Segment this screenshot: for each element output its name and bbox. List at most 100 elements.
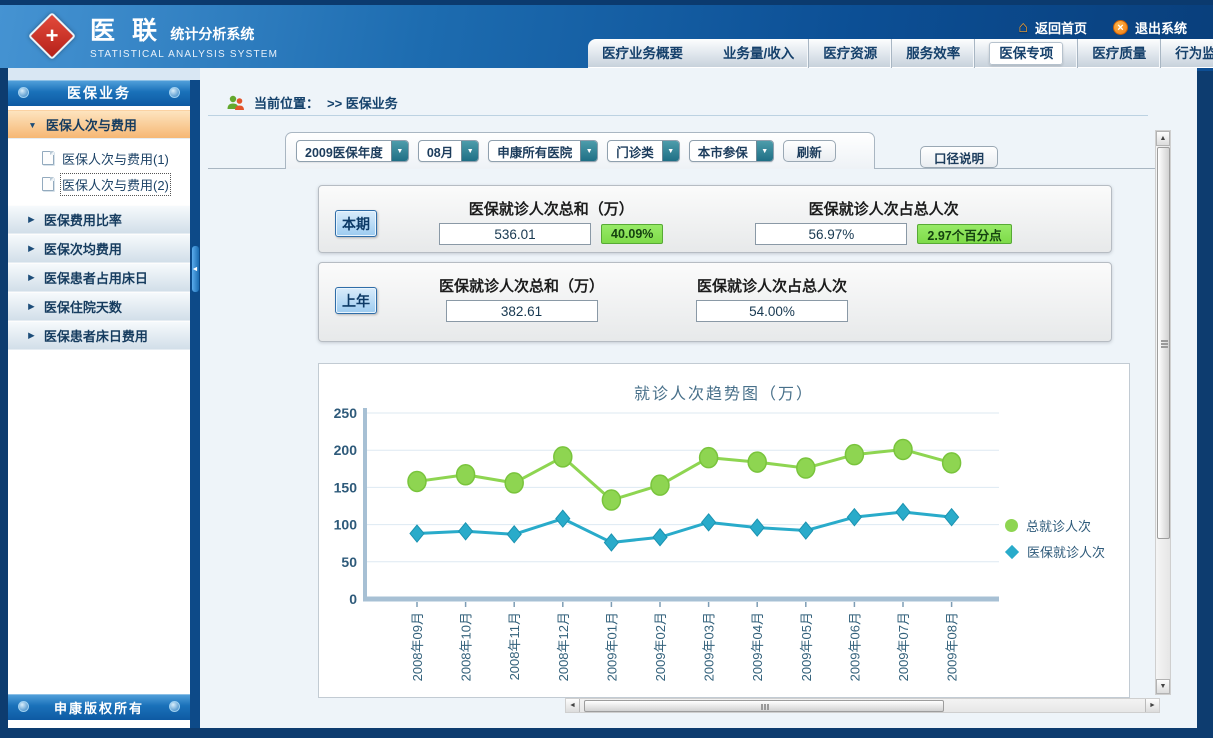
chevron-down-icon: ▼ xyxy=(580,141,597,161)
main-content: 当前位置： >> 医保业务 2009医保年度 ▼ 08月 ▼ 申康所有医院 ▼ xyxy=(200,68,1197,728)
svg-text:2009年01月: 2009年01月 xyxy=(604,612,619,681)
green-circle-icon xyxy=(1005,519,1018,532)
legend-insured-visits: 医保就诊人次 xyxy=(1005,542,1105,561)
metric-insured-visits-total: 医保就诊人次总和（万） 536.01 40.09% xyxy=(439,198,663,245)
tab-medical-quality[interactable]: 医疗质量 xyxy=(1077,39,1160,68)
sidebar-item-zhuyuan-tianshu[interactable]: ▶ 医保住院天数 xyxy=(8,292,190,321)
tab-insurance-special[interactable]: 医保专项 xyxy=(974,39,1077,68)
sidebar-footer: 申康版权所有 xyxy=(8,694,190,720)
current-period-button[interactable]: 本期 xyxy=(335,210,377,237)
app-logo-icon: + xyxy=(28,12,76,60)
last-year-button[interactable]: 上年 xyxy=(335,287,377,314)
insured-visits-ratio-value-ly: 54.00% xyxy=(696,300,848,322)
sidebar-collapse-handle[interactable]: ◄ xyxy=(191,245,200,293)
svg-text:2009年06月: 2009年06月 xyxy=(847,612,862,681)
chevron-right-icon: ▶ xyxy=(28,330,35,340)
app-subtitle-en: STATISTICAL ANALYSIS SYSTEM xyxy=(90,49,278,60)
year-dropdown[interactable]: 2009医保年度 ▼ xyxy=(296,140,409,162)
svg-text:2009年07月: 2009年07月 xyxy=(896,612,911,681)
insured-visits-ratio-value: 56.97% xyxy=(755,223,907,245)
scroll-right-arrow-icon[interactable]: ► xyxy=(1145,699,1159,712)
sidebar-item-cijun-feiyong[interactable]: ▶ 医保次均费用 xyxy=(8,234,190,263)
legend-total-visits: 总就诊人次 xyxy=(1005,516,1105,535)
tab-overview[interactable]: 医疗业务概要 xyxy=(588,39,709,68)
svg-text:2008年09月: 2008年09月 xyxy=(410,612,425,681)
blue-diamond-icon xyxy=(1005,544,1019,558)
header-links: ⌂ 返回首页 × 退出系统 xyxy=(1018,18,1187,37)
vertical-scrollbar[interactable]: ▲ ▼ xyxy=(1155,130,1171,695)
refresh-button[interactable]: 刷新 xyxy=(783,140,836,162)
app-title-block: 医 联 统计分析系统 STATISTICAL ANALYSIS SYSTEM xyxy=(90,11,278,60)
sidebar-splitter: ◄ xyxy=(190,80,200,728)
growth-badge: 40.09% xyxy=(601,224,663,244)
svg-text:2008年10月: 2008年10月 xyxy=(459,612,474,681)
svg-text:2009年05月: 2009年05月 xyxy=(799,612,814,681)
svg-text:50: 50 xyxy=(341,554,357,570)
caliber-note-button[interactable]: 口径说明 xyxy=(920,146,998,168)
sidebar-subitem-renci-2[interactable]: 医保人次与费用(2) xyxy=(8,171,190,197)
vertical-scroll-thumb[interactable] xyxy=(1157,147,1170,539)
insured-visits-total-value-ly: 382.61 xyxy=(446,300,598,322)
chart-title: 就诊人次趋势图（万） xyxy=(319,380,1129,404)
svg-text:2008年12月: 2008年12月 xyxy=(556,612,571,681)
exit-icon: × xyxy=(1113,20,1128,35)
svg-text:0: 0 xyxy=(349,591,357,607)
metric-insured-visits-ratio: 医保就诊人次占总人次 56.97% 2.97个百分点 xyxy=(755,198,1011,245)
insured-type-dropdown[interactable]: 本市参保 ▼ xyxy=(689,140,774,162)
svg-text:250: 250 xyxy=(334,406,358,421)
document-icon xyxy=(42,151,54,165)
svg-text:2009年08月: 2009年08月 xyxy=(945,612,960,681)
sidebar-item-feiyong-bilv[interactable]: ▶ 医保费用比率 xyxy=(8,205,190,234)
chevron-down-icon: ▼ xyxy=(28,120,36,130)
svg-text:200: 200 xyxy=(334,442,358,458)
sidebar-subitem-renci-1[interactable]: 医保人次与费用(1) xyxy=(8,145,190,171)
chevron-down-icon: ▼ xyxy=(756,141,773,161)
scroll-up-arrow-icon[interactable]: ▲ xyxy=(1156,131,1170,146)
home-link[interactable]: ⌂ 返回首页 xyxy=(1018,18,1087,37)
horizontal-scrollbar[interactable]: ◄ ► xyxy=(565,698,1160,713)
tab-behavior-monitor[interactable]: 行为监控 xyxy=(1160,39,1213,68)
document-icon xyxy=(42,177,54,191)
filter-toolbar: 2009医保年度 ▼ 08月 ▼ 申康所有医院 ▼ 门诊类 ▼ 本市参保 ▼ xyxy=(285,132,875,169)
chevron-down-icon: ▼ xyxy=(391,141,408,161)
tab-service-efficiency[interactable]: 服务效率 xyxy=(891,39,974,68)
horizontal-scroll-thumb[interactable] xyxy=(584,700,944,712)
last-year-panel: 上年 医保就诊人次总和（万） 382.61 医保就诊人次占总人次 54.00% xyxy=(318,262,1112,342)
chevron-right-icon: ▶ xyxy=(28,214,35,224)
chevron-down-icon: ▼ xyxy=(461,141,478,161)
metric-insured-visits-ratio-ly: 医保就诊人次占总人次 54.00% xyxy=(696,275,848,322)
chart-legend: 总就诊人次 医保就诊人次 xyxy=(1005,516,1105,561)
sidebar-submenu: 医保人次与费用(1) 医保人次与费用(2) xyxy=(8,139,190,205)
grip-icon xyxy=(1161,343,1168,345)
trend-chart-svg: 0501001502002502008年09月2008年10月2008年11月2… xyxy=(327,406,1007,692)
sidebar-item-renci-feiyong[interactable]: ▼ 医保人次与费用 xyxy=(8,110,190,139)
chevron-right-icon: ▶ xyxy=(28,243,35,253)
tab-medical-resources[interactable]: 医疗资源 xyxy=(808,39,891,68)
chevron-down-icon: ▼ xyxy=(662,141,679,161)
knob-icon xyxy=(169,701,180,712)
ratio-change-badge: 2.97个百分点 xyxy=(917,224,1011,244)
app-body: 医保业务 ▼ 医保人次与费用 医保人次与费用(1) 医保人次与费用(2) xyxy=(8,68,1197,728)
app-window: + 医 联 统计分析系统 STATISTICAL ANALYSIS SYSTEM… xyxy=(0,0,1213,738)
month-dropdown[interactable]: 08月 ▼ xyxy=(418,140,479,162)
visit-type-dropdown[interactable]: 门诊类 ▼ xyxy=(607,140,680,162)
scroll-left-arrow-icon[interactable]: ◄ xyxy=(566,699,580,712)
home-icon: ⌂ xyxy=(1018,19,1028,37)
tab-volume-income[interactable]: 业务量/收入 xyxy=(709,39,808,68)
breadcrumb-path[interactable]: >> 医保业务 xyxy=(327,93,398,112)
users-icon xyxy=(226,95,246,111)
chevron-right-icon: ▶ xyxy=(28,301,35,311)
app-title: 医 联 xyxy=(90,17,162,45)
metric-insured-visits-total-ly: 医保就诊人次总和（万） 382.61 xyxy=(439,275,604,322)
chevron-right-icon: ▶ xyxy=(28,272,35,282)
medical-cross-icon: + xyxy=(28,12,76,60)
sidebar-menu: ▼ 医保人次与费用 医保人次与费用(1) 医保人次与费用(2) ▶ 医保费用比率 xyxy=(8,110,190,350)
breadcrumb-label: 当前位置： xyxy=(254,93,319,112)
exit-link[interactable]: × 退出系统 xyxy=(1113,18,1187,37)
trend-chart-panel: 就诊人次趋势图（万） 0501001502002502008年09月2008年1… xyxy=(318,363,1130,698)
sidebar-item-zhanyong-chuangri[interactable]: ▶ 医保患者占用床日 xyxy=(8,263,190,292)
scroll-down-arrow-icon[interactable]: ▼ xyxy=(1156,679,1170,694)
sidebar-item-chuangri-feiyong[interactable]: ▶ 医保患者床日费用 xyxy=(8,321,190,350)
hospital-dropdown[interactable]: 申康所有医院 ▼ xyxy=(488,140,598,162)
svg-text:2009年02月: 2009年02月 xyxy=(653,612,668,681)
